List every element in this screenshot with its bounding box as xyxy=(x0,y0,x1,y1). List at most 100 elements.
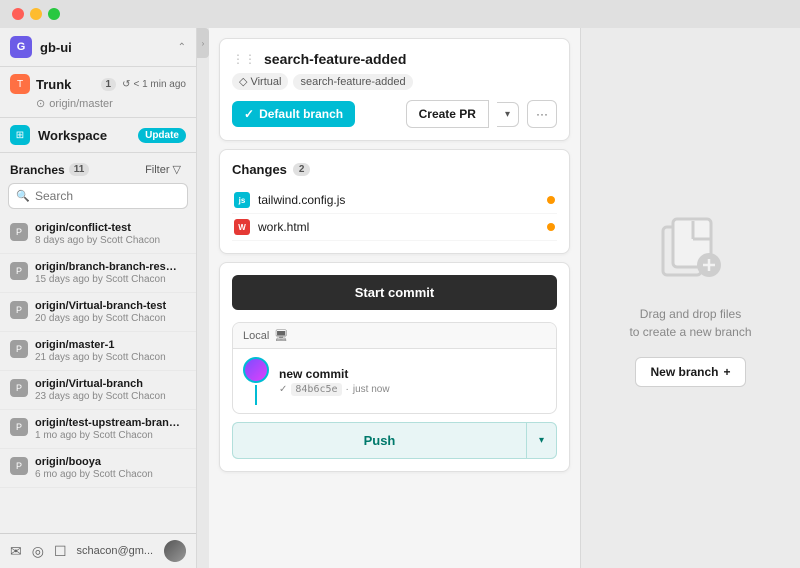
more-options-button[interactable]: ··· xyxy=(527,100,557,128)
branch-list-name: origin/Virtual-branch-test xyxy=(35,300,180,312)
file-changed-dot-1 xyxy=(547,196,555,204)
commit-avatar xyxy=(243,357,269,383)
branch-list-icon: P xyxy=(10,262,28,280)
branch-card: ⋮⋮ search-feature-added ◇ Virtual search… xyxy=(219,38,570,141)
branch-list: P origin/conflict-test 8 days ago by Sco… xyxy=(0,215,196,533)
trunk-badge: 1 xyxy=(101,78,117,91)
search-box: 🔍 xyxy=(8,183,188,209)
new-branch-button[interactable]: New branch + xyxy=(635,357,745,387)
update-badge[interactable]: Update xyxy=(138,128,186,143)
minimize-button[interactable] xyxy=(30,8,42,20)
create-pr-dropdown[interactable]: ▾ xyxy=(497,102,519,127)
list-item[interactable]: P origin/test-upstream-branch2 1 mo ago … xyxy=(0,410,196,449)
trunk-name: Trunk xyxy=(36,77,95,92)
push-btn-wrap: Push ▾ xyxy=(232,422,557,459)
branch-list-meta: 6 mo ago by Scott Chacon xyxy=(35,469,186,480)
circle-icon[interactable]: ◎ xyxy=(32,543,44,560)
branch-list-name: origin/conflict-test xyxy=(35,222,180,234)
start-commit-button[interactable]: Start commit xyxy=(232,275,557,310)
branch-list-name: origin/test-upstream-branch2 xyxy=(35,417,180,429)
branch-list-name: origin/Virtual-branch xyxy=(35,378,180,390)
list-item[interactable]: P origin/branch-branch-resource... 15 da… xyxy=(0,254,196,293)
maximize-button[interactable] xyxy=(48,8,60,20)
box-icon[interactable]: ☐ xyxy=(54,543,67,560)
branch-name-tag: search-feature-added xyxy=(293,74,412,90)
commit-info: new commit ✓ 84b6c5e · just now xyxy=(279,367,546,396)
clock-icon: ↺ xyxy=(122,79,130,90)
list-item[interactable]: P origin/conflict-test 8 days ago by Sco… xyxy=(0,215,196,254)
list-item[interactable]: P origin/Virtual-branch-test 20 days ago… xyxy=(0,293,196,332)
branch-list-icon: P xyxy=(10,379,28,397)
branch-list-name: origin/master-1 xyxy=(35,339,180,351)
file-changed-dot-2 xyxy=(547,223,555,231)
push-dropdown-button[interactable]: ▾ xyxy=(526,422,557,459)
plus-icon: + xyxy=(724,365,731,379)
repo-selector[interactable]: G gb-ui ⌃ xyxy=(0,28,196,67)
close-button[interactable] xyxy=(12,8,24,20)
check-circle-icon: ✓ xyxy=(279,384,287,395)
chevron-left-icon: › xyxy=(202,39,205,48)
list-item[interactable]: P origin/master-1 21 days ago by Scott C… xyxy=(0,332,196,371)
commit-dot-sep: · xyxy=(346,384,349,395)
changes-section: Changes 2 js tailwind.config.js W work.h… xyxy=(219,149,570,254)
changes-title: Changes xyxy=(232,162,287,177)
list-item[interactable]: P origin/Virtual-branch 23 days ago by S… xyxy=(0,371,196,410)
workspace-item[interactable]: ⊞ Workspace Update xyxy=(0,118,196,153)
file-row-1[interactable]: js tailwind.config.js xyxy=(232,187,557,214)
branches-title: Branches xyxy=(10,163,65,177)
html-file-icon: W xyxy=(234,219,250,235)
branch-virtual-tag: ◇ Virtual xyxy=(232,73,288,90)
filter-button[interactable]: Filter ▽ xyxy=(140,161,186,178)
trunk-sub: ⊙ origin/master xyxy=(36,97,186,110)
center-panel: ⋮⋮ search-feature-added ◇ Virtual search… xyxy=(209,28,580,568)
filter-icon: ▽ xyxy=(173,163,181,176)
local-label: Local xyxy=(243,330,269,342)
search-icon: 🔍 xyxy=(16,190,30,203)
drop-zone-text: Drag and drop filesto create a new branc… xyxy=(629,305,751,341)
search-input[interactable] xyxy=(8,183,188,209)
app-body: G gb-ui ⌃ T Trunk 1 ↺ < 1 min ago ⊙ orig… xyxy=(0,28,800,568)
list-item[interactable]: P origin/booya 6 mo ago by Scott Chacon xyxy=(0,449,196,488)
js-file-icon: js xyxy=(234,192,250,208)
file-list: js tailwind.config.js W work.html xyxy=(232,187,557,241)
workspace-icon: ⊞ xyxy=(10,125,30,145)
origin-icon: ⊙ xyxy=(36,97,45,110)
branch-list-icon: P xyxy=(10,301,28,319)
trunk-icon: T xyxy=(10,74,30,94)
commit-hash: 84b6c5e xyxy=(291,383,341,396)
sidebar: G gb-ui ⌃ T Trunk 1 ↺ < 1 min ago ⊙ orig… xyxy=(0,28,197,568)
commit-meta: ✓ 84b6c5e · just now xyxy=(279,383,546,396)
mail-icon[interactable]: ✉ xyxy=(10,543,22,560)
local-section: Local 🖥 new commit ✓ 84b6c5e · xyxy=(232,322,557,414)
push-button[interactable]: Push xyxy=(232,422,526,459)
branch-list-icon: P xyxy=(10,223,28,241)
push-section: Push ▾ xyxy=(232,422,557,459)
branch-list-meta: 8 days ago by Scott Chacon xyxy=(35,235,186,246)
right-panel: Drag and drop filesto create a new branc… xyxy=(580,28,800,568)
repo-chevron-icon: ⌃ xyxy=(178,42,186,53)
trunk-item[interactable]: T Trunk 1 ↺ < 1 min ago ⊙ origin/master xyxy=(0,67,196,118)
repo-icon: G xyxy=(10,36,32,58)
commit-entry[interactable]: new commit ✓ 84b6c5e · just now xyxy=(233,349,556,413)
push-chevron-icon: ▾ xyxy=(539,435,544,446)
collapse-handle[interactable]: › xyxy=(197,28,209,58)
branch-list-meta: 1 mo ago by Scott Chacon xyxy=(35,430,186,441)
create-pr-button[interactable]: Create PR xyxy=(406,100,489,128)
check-icon: ✓ xyxy=(244,107,254,121)
workspace-name: Workspace xyxy=(38,128,130,143)
file-name-1: tailwind.config.js xyxy=(258,193,539,207)
default-branch-button[interactable]: ✓ Default branch xyxy=(232,101,355,127)
avatar[interactable] xyxy=(164,540,186,562)
branch-card-name: search-feature-added xyxy=(264,51,406,67)
file-name-2: work.html xyxy=(258,220,539,234)
drop-zone-icon xyxy=(651,209,731,289)
changes-count-badge: 2 xyxy=(293,163,311,176)
drag-handle-icon: ⋮⋮ xyxy=(232,52,256,66)
branch-list-meta: 21 days ago by Scott Chacon xyxy=(35,352,186,363)
branch-list-icon: P xyxy=(10,457,28,475)
repo-name: gb-ui xyxy=(40,40,170,55)
title-bar xyxy=(0,0,800,28)
branch-list-meta: 20 days ago by Scott Chacon xyxy=(35,313,186,324)
branch-list-icon: P xyxy=(10,418,28,436)
file-row-2[interactable]: W work.html xyxy=(232,214,557,241)
